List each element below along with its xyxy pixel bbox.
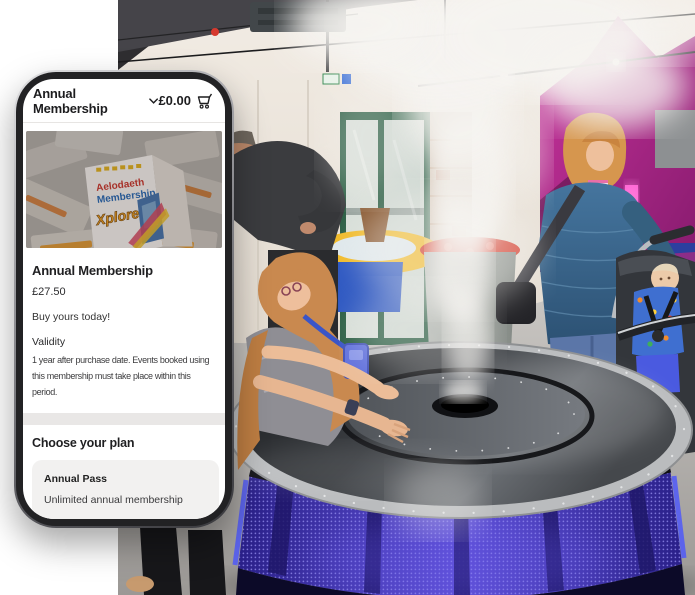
plan-description: Unlimited annual membership [44, 494, 207, 506]
product-image[interactable]: Aelodaeth Membership Xplore! [26, 131, 222, 248]
exit-sign [323, 74, 339, 84]
validity-text: 1 year after purchase date. Events booke… [32, 352, 219, 400]
chevron-down-icon[interactable] [149, 98, 158, 104]
product-title: Annual Membership [32, 263, 219, 278]
product-price: £27.50 [32, 286, 219, 298]
membership-cards-photo: Aelodaeth Membership Xplore! [26, 131, 222, 248]
cart-total: £0.00 [158, 93, 191, 108]
phone-screen: Annual Membership £0.00 [23, 79, 225, 519]
shop-header: Annual Membership £0.00 [23, 79, 225, 123]
phone-bezel: Annual Membership £0.00 [16, 72, 232, 526]
plan-name: Annual Pass [44, 473, 207, 485]
marketing-composite: Annual Membership £0.00 [0, 0, 695, 595]
validity-label: Validity [32, 336, 219, 348]
cart-button[interactable]: £0.00 [158, 93, 213, 109]
plan-option-annual-pass[interactable]: Annual Pass Unlimited annual membership [32, 460, 219, 519]
collection-title[interactable]: Annual Membership [33, 86, 144, 116]
collection-selector[interactable]: Annual Membership [33, 86, 158, 116]
product-tagline: Buy yours today! [32, 311, 219, 323]
plan-section-title: Choose your plan [32, 436, 219, 450]
cart-icon[interactable] [196, 93, 213, 109]
phone-mockup: Annual Membership £0.00 [14, 70, 234, 528]
fire-alarm [211, 28, 219, 36]
section-divider [23, 413, 225, 425]
